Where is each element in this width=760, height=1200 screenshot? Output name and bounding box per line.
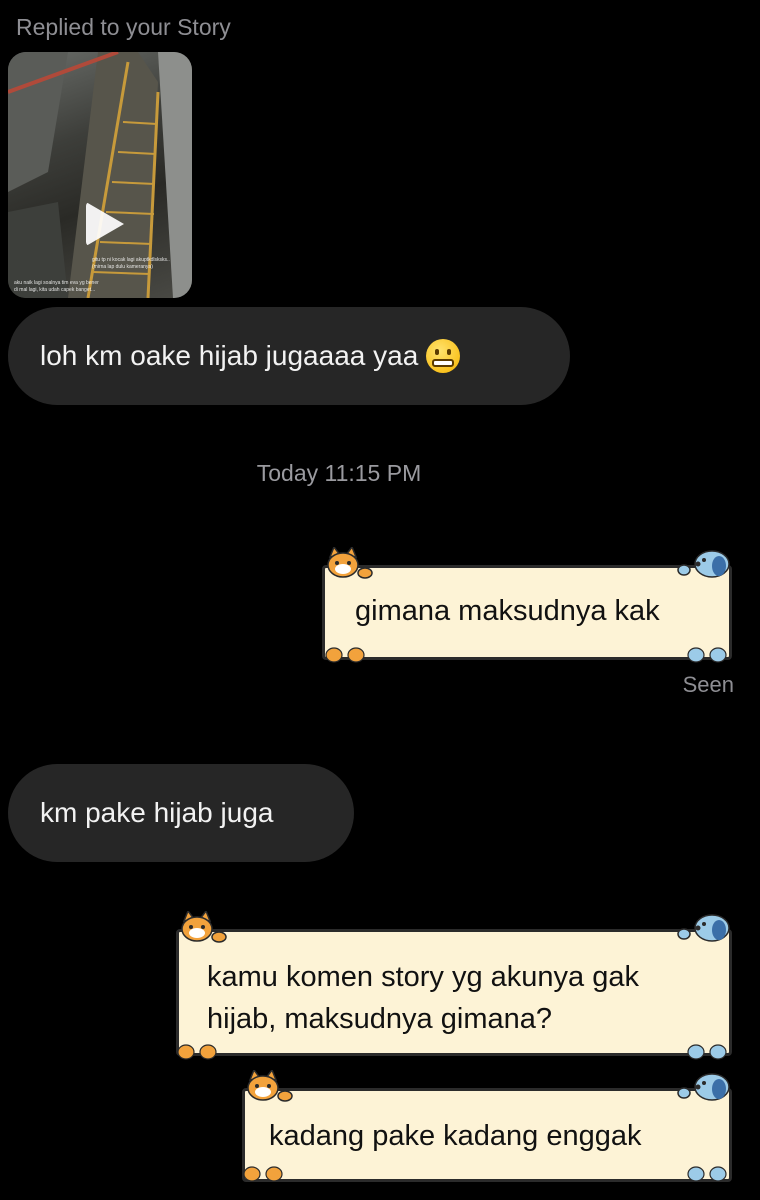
grimacing-face-emoji-icon [426, 339, 461, 373]
seen-status: Seen [682, 672, 734, 697]
message-timestamp: Today 11:15 PM [256, 460, 422, 486]
paw-icon [687, 1166, 727, 1182]
paw-icon [687, 647, 727, 663]
message-text: loh km oake hijab jugaaaa yaa [40, 340, 419, 371]
outgoing-message-bubble[interactable]: kamu komen story yg akunya gak hijab, ma… [176, 929, 732, 1056]
cat-sticker-icon [181, 911, 227, 943]
dm-thread: Replied to your Story gitu tp ni kocak l… [0, 0, 760, 1200]
paw-icon [243, 1166, 283, 1182]
story-reply-thumbnail[interactable]: gitu tp ni kocak lagi akuptkdlsksks.. (m… [8, 52, 192, 298]
message-text-line: kamu komen story yg akunya gak [207, 961, 639, 993]
story-caption-line: gitu tp ni kocak lagi akuptkdlsksks.. [92, 257, 170, 263]
story-caption-line: (mirna lap dulu kameranya) [92, 264, 153, 270]
incoming-message-bubble[interactable]: loh km oake hijab jugaaaa yaa [8, 307, 570, 405]
story-caption-line: aku naik lagi soalnya tim eva yg bener [14, 280, 99, 286]
dog-sticker-icon [677, 550, 730, 578]
replied-to-story-label: Replied to your Story [16, 14, 231, 40]
cat-sticker-icon [247, 1070, 293, 1102]
paw-icon [687, 1044, 727, 1060]
story-caption-line: di mal lagi, kita udah capek banget... [14, 287, 96, 293]
paw-icon [325, 647, 365, 663]
paw-icon [177, 1044, 217, 1060]
dog-sticker-icon [677, 1073, 730, 1101]
dog-sticker-icon [677, 914, 730, 942]
incoming-message-bubble[interactable]: km pake hijab juga [8, 764, 354, 862]
outgoing-message-bubble[interactable]: kadang pake kadang enggak [242, 1088, 732, 1182]
outgoing-message-bubble[interactable]: gimana maksudnya kak [322, 565, 732, 660]
message-text: km pake hijab juga [40, 797, 274, 828]
message-text-line: hijab, maksudnya gimana? [207, 1003, 552, 1035]
play-icon[interactable] [86, 202, 124, 246]
message-text: gimana maksudnya kak [355, 595, 660, 627]
cat-sticker-icon [327, 547, 373, 579]
message-text: kadang pake kadang enggak [269, 1120, 642, 1152]
